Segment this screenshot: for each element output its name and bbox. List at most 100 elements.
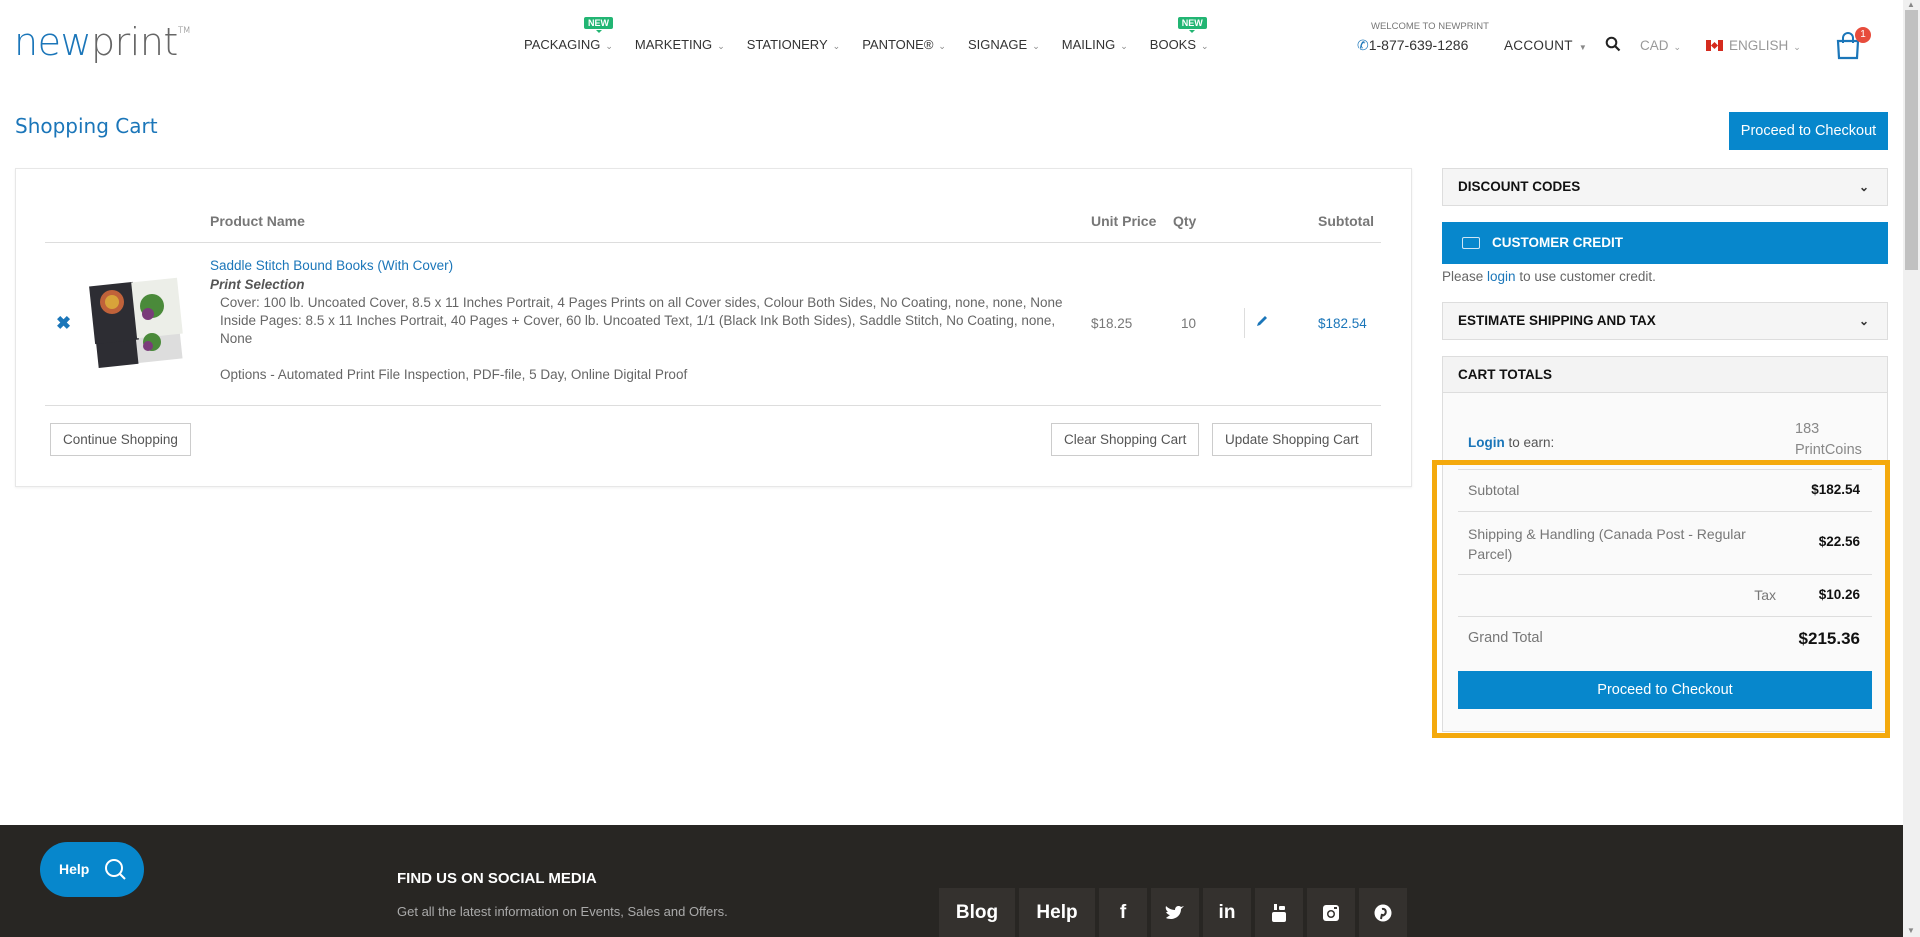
account-menu[interactable]: ACCOUNT ▼	[1504, 38, 1587, 53]
chevron-down-icon: ⌄	[1858, 180, 1869, 194]
phone-icon: ✆	[1357, 37, 1369, 53]
twitter-icon[interactable]	[1151, 888, 1199, 937]
column-header-qty: Qty	[1173, 213, 1197, 229]
phone-number: 1-877-639-1286	[1368, 37, 1469, 53]
help-link[interactable]: Help	[1019, 888, 1095, 937]
divider	[1458, 511, 1872, 512]
product-options: Options - Automated Print File Inspectio…	[220, 367, 688, 382]
search-icon[interactable]	[1605, 36, 1621, 52]
blog-link[interactable]: Blog	[939, 888, 1015, 937]
proceed-to-checkout-button-top[interactable]: Proceed to Checkout	[1729, 112, 1888, 150]
account-label: ACCOUNT	[1504, 38, 1573, 53]
printcoins-unit: PrintCoins	[1795, 442, 1862, 458]
social-links: Blog Help f in	[939, 888, 1407, 937]
cart-totals-title: CART TOTALS	[1443, 357, 1887, 393]
shipping-row: Shipping & Handling (Canada Post - Regul…	[1458, 524, 1872, 564]
help-button[interactable]: Help	[40, 842, 144, 897]
divider	[1458, 616, 1872, 617]
shipping-label: Shipping & Handling (Canada Post - Regul…	[1468, 526, 1746, 562]
quantity-value: 10	[1181, 316, 1197, 331]
scrollbar-thumb[interactable]	[1905, 10, 1918, 270]
chevron-down-icon: ⌄	[1032, 41, 1040, 51]
newprint-logo[interactable]: newprintTM	[14, 20, 191, 64]
earn-text: to earn:	[1504, 435, 1555, 450]
shipping-value: $22.56	[1818, 534, 1860, 549]
printcoins-row: Login to earn: 183 PrintCoins	[1458, 421, 1872, 458]
chevron-down-icon: ⌄	[1673, 42, 1682, 52]
estimate-shipping-header[interactable]: ESTIMATE SHIPPING AND TAX ⌄	[1443, 303, 1887, 339]
nav-pantone[interactable]: PANTONE® ⌄	[862, 37, 946, 52]
nav-label: MAILING	[1061, 37, 1116, 52]
language-select[interactable]: ENGLISH ⌄	[1706, 38, 1801, 53]
pinterest-icon[interactable]	[1359, 888, 1407, 937]
printcoins-value: 183 PrintCoins	[1795, 419, 1862, 461]
nav-label: STATIONERY	[746, 37, 828, 52]
main-nav: NEW PACKAGING ⌄ MARKETING ⌄ STATIONERY ⌄ PAN…	[524, 17, 1231, 52]
discount-codes-panel[interactable]: DISCOUNT CODES ⌄	[1442, 168, 1888, 206]
chevron-down-icon: ⌄	[1858, 314, 1869, 328]
help-search-icon	[105, 859, 126, 880]
column-header-product: Product Name	[210, 213, 305, 229]
customer-credit-note: Please login to use customer credit.	[1442, 269, 1656, 284]
page: newprintTM NEW PACKAGING ⌄ MARKETING ⌄ STAT…	[0, 0, 1903, 937]
proceed-to-checkout-button[interactable]: Proceed to Checkout	[1458, 671, 1872, 709]
grand-total-label: Grand Total	[1468, 630, 1543, 646]
nav-label: BOOKS	[1149, 37, 1197, 52]
logo-part-print: print	[91, 20, 178, 64]
login-earn-link[interactable]: Login	[1468, 435, 1505, 450]
vertical-scrollbar[interactable]: ▲ ▼	[1903, 0, 1920, 937]
customer-credit-bar[interactable]: CUSTOMER CREDIT	[1442, 222, 1888, 264]
credit-card-icon	[1462, 237, 1480, 249]
clear-shopping-cart-button[interactable]: Clear Shopping Cart	[1051, 423, 1200, 456]
currency-label: CAD	[1640, 38, 1669, 53]
youtube-icon[interactable]	[1255, 888, 1303, 937]
tax-value: $10.26	[1818, 587, 1860, 602]
continue-shopping-button[interactable]: Continue Shopping	[50, 423, 191, 456]
update-shopping-cart-button[interactable]: Update Shopping Cart	[1212, 423, 1372, 456]
phone-link[interactable]: ✆1-877-639-1286	[1357, 37, 1468, 54]
nav-marketing[interactable]: MARKETING ⌄	[635, 37, 725, 52]
nav-signage[interactable]: SIGNAGE ⌄	[968, 37, 1040, 52]
discount-codes-header[interactable]: DISCOUNT CODES ⌄	[1443, 169, 1887, 205]
currency-select[interactable]: CAD ⌄	[1640, 38, 1681, 53]
subtotal-value: $182.54	[1811, 482, 1860, 497]
divider	[1244, 308, 1245, 338]
estimate-shipping-panel[interactable]: ESTIMATE SHIPPING AND TAX ⌄	[1442, 302, 1888, 340]
nav-label: PANTONE®	[862, 37, 934, 52]
customer-credit-title: CUSTOMER CREDIT	[1492, 235, 1624, 250]
chevron-down-icon: ⌄	[1120, 41, 1128, 51]
product-thumbnail[interactable]	[88, 276, 192, 372]
unit-price: $18.25	[1091, 316, 1133, 331]
column-header-subtotal: Subtotal	[1318, 213, 1374, 229]
remove-item-icon[interactable]: ✖	[56, 313, 71, 334]
nav-label: SIGNAGE	[967, 37, 1028, 52]
logo-part-new: new	[14, 20, 92, 64]
social-subtitle: Get all the latest information on Events…	[397, 904, 728, 919]
tax-label: Tax	[1754, 587, 1776, 603]
scroll-down-arrow-icon[interactable]: ▼	[1907, 926, 1915, 935]
login-link[interactable]: login	[1487, 269, 1516, 284]
social-title: FIND US ON SOCIAL MEDIA	[397, 870, 597, 887]
nav-mailing[interactable]: MAILING ⌄	[1062, 37, 1128, 52]
nav-stationery[interactable]: STATIONERY ⌄	[747, 37, 840, 52]
linkedin-icon[interactable]: in	[1203, 888, 1251, 937]
grand-total-value: $215.36	[1798, 629, 1860, 648]
facebook-icon[interactable]: f	[1099, 888, 1147, 937]
instagram-icon[interactable]	[1307, 888, 1355, 937]
estimate-shipping-title: ESTIMATE SHIPPING AND TAX	[1458, 313, 1656, 328]
nav-packaging[interactable]: NEW PACKAGING ⌄	[524, 17, 613, 52]
chevron-down-icon: ⌄	[832, 41, 841, 51]
chevron-down-icon: ⌄	[938, 41, 946, 51]
product-name-link[interactable]: Saddle Stitch Bound Books (With Cover)	[210, 258, 453, 273]
row-divider	[45, 405, 1381, 406]
scroll-up-arrow-icon[interactable]: ▲	[1907, 0, 1915, 9]
grand-total-row: Grand Total $215.36	[1458, 629, 1872, 648]
help-label: Help	[59, 861, 90, 877]
item-subtotal: $182.54	[1318, 316, 1367, 331]
new-badge: NEW	[1177, 17, 1207, 33]
canada-flag-icon	[1706, 40, 1723, 51]
subtotal-row: Subtotal $182.54	[1458, 482, 1872, 498]
nav-books[interactable]: NEW BOOKS ⌄	[1149, 17, 1209, 52]
product-description: Cover: 100 lb. Uncoated Cover, 8.5 x 11 …	[220, 295, 1063, 346]
pencil-edit-icon[interactable]	[1255, 314, 1269, 328]
